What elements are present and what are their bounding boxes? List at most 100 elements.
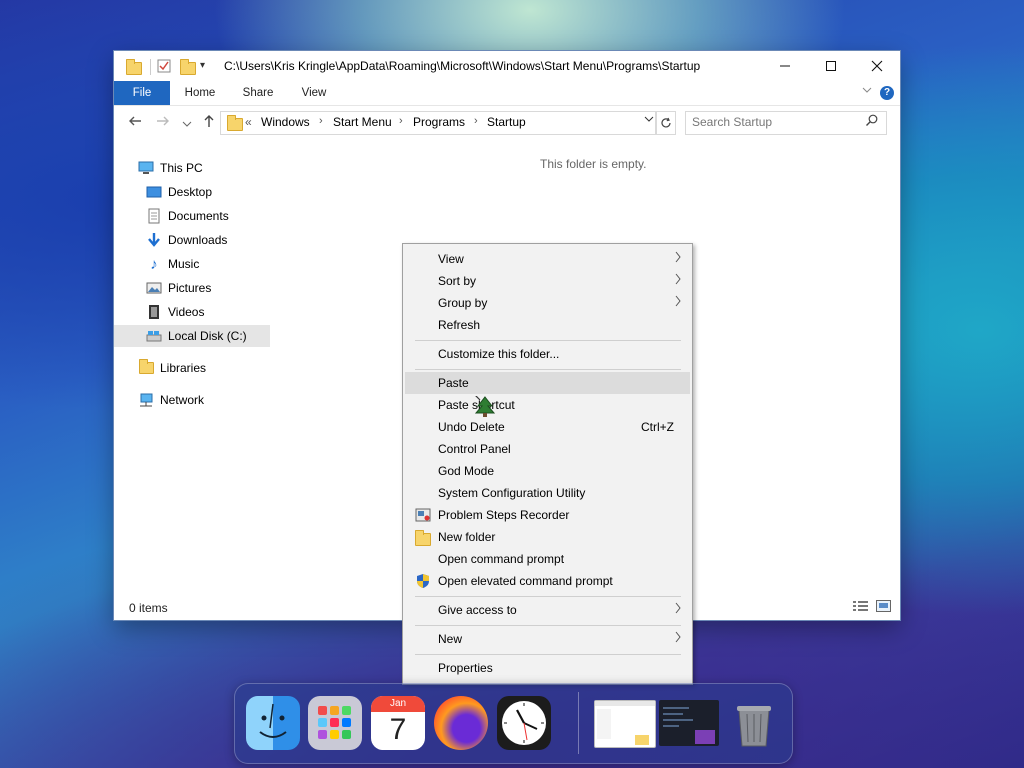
tree-item-downloads[interactable]: Downloads (146, 229, 227, 251)
menu-item-label: Control Panel (438, 442, 511, 456)
back-arrow-icon[interactable] (126, 114, 144, 132)
menu-item-group-by[interactable]: Group by (405, 292, 690, 314)
music-icon: ♪ (150, 255, 158, 273)
terminal-window-thumbnail[interactable] (659, 700, 719, 746)
menu-item-customize-folder[interactable]: Customize this folder... (405, 343, 690, 365)
details-view-icon[interactable] (853, 600, 868, 612)
divider (150, 59, 151, 75)
desktop-icon (146, 184, 162, 200)
breadcrumb-separator-icon[interactable]: › (399, 115, 403, 127)
launchpad-icon[interactable] (308, 696, 362, 750)
menu-item-sort-by[interactable]: Sort by (405, 270, 690, 292)
explorer-window-thumbnail[interactable] (594, 700, 656, 748)
menu-item-paste[interactable]: Paste (405, 372, 690, 394)
refresh-button[interactable] (656, 111, 676, 135)
menu-item-open-command-prompt[interactable]: Open command prompt (405, 548, 690, 570)
title-bar[interactable]: ▾ C:\Users\Kris Kringle\AppData\Roaming\… (114, 51, 900, 81)
search-input[interactable] (692, 115, 852, 129)
menu-item-open-elevated-command-prompt[interactable]: Open elevated command prompt (405, 570, 690, 592)
menu-item-label: View (438, 252, 464, 266)
menu-item-refresh[interactable]: Refresh (405, 314, 690, 336)
breadcrumb-separator-icon[interactable]: › (474, 115, 478, 127)
menu-item-system-configuration[interactable]: System Configuration Utility (405, 482, 690, 504)
tree-label: Videos (168, 305, 205, 319)
tab-file[interactable]: File (114, 81, 170, 105)
mouse-cursor-tree-icon (471, 391, 496, 424)
tree-item-pictures[interactable]: Pictures (146, 277, 211, 299)
uac-shield-icon (415, 573, 431, 589)
menu-item-control-panel[interactable]: Control Panel (405, 438, 690, 460)
trash-icon[interactable] (727, 696, 781, 750)
folder-icon (415, 529, 431, 546)
help-icon[interactable]: ? (880, 86, 894, 100)
menu-item-new-folder[interactable]: New folder (405, 526, 690, 548)
menu-separator (415, 369, 681, 370)
window-title-path: C:\Users\Kris Kringle\AppData\Roaming\Mi… (224, 59, 701, 73)
tab-view[interactable]: View (292, 81, 336, 105)
submenu-arrow-icon (674, 601, 682, 618)
up-arrow-icon[interactable] (200, 114, 218, 132)
menu-item-label: Open elevated command prompt (438, 574, 613, 588)
breadcrumb-windows[interactable]: Windows (261, 115, 310, 129)
downloads-icon (146, 232, 162, 248)
empty-folder-message: This folder is empty. (540, 157, 647, 171)
menu-item-problem-steps-recorder[interactable]: Problem Steps Recorder (405, 504, 690, 526)
network-icon (138, 392, 154, 408)
tree-item-music[interactable]: ♪ Music (146, 253, 199, 275)
menu-item-properties[interactable]: Properties (405, 657, 690, 679)
breadcrumb-programs[interactable]: Programs (413, 115, 465, 129)
menu-item-give-access-to[interactable]: Give access to (405, 599, 690, 621)
search-box[interactable] (685, 111, 887, 135)
close-button[interactable] (854, 51, 900, 81)
forward-arrow-icon[interactable] (154, 114, 172, 132)
firefox-icon[interactable] (434, 696, 488, 750)
tree-label: Downloads (168, 233, 228, 247)
finder-icon[interactable] (246, 696, 300, 750)
large-icons-view-icon[interactable] (876, 600, 891, 612)
folder-icon (227, 115, 243, 131)
breadcrumb-startup[interactable]: Startup (487, 115, 526, 129)
steps-recorder-icon (415, 507, 431, 523)
breadcrumb-separator-icon[interactable]: › (319, 115, 323, 127)
tab-home[interactable]: Home (178, 81, 222, 105)
maximize-button[interactable] (808, 51, 854, 81)
new-folder-icon[interactable] (180, 59, 196, 75)
recent-locations-chevron-icon[interactable] (178, 115, 196, 132)
menu-item-view[interactable]: View (405, 248, 690, 270)
search-icon[interactable] (865, 114, 878, 130)
tree-item-documents[interactable]: Documents (146, 205, 229, 227)
quick-access-dropdown-icon[interactable]: ▾ (200, 60, 214, 74)
address-bar[interactable]: « Windows › Start Menu › Programs › Star… (220, 111, 656, 135)
menu-separator (415, 596, 681, 597)
minimize-button[interactable] (762, 51, 808, 81)
menu-item-paste-shortcut[interactable]: Paste shortcut (405, 394, 690, 416)
properties-checkbox-icon[interactable] (157, 59, 171, 73)
tree-item-local-disk[interactable]: Local Disk (C:) (114, 325, 270, 347)
libraries-icon (138, 359, 154, 376)
clock-icon[interactable] (497, 696, 551, 750)
address-history-chevron-icon[interactable] (644, 115, 654, 126)
menu-item-label: System Configuration Utility (438, 486, 586, 500)
tree-item-libraries[interactable]: Libraries (138, 357, 206, 379)
pictures-icon (146, 280, 162, 296)
calendar-icon[interactable]: Jan 7 (371, 696, 425, 750)
menu-item-label: New (438, 632, 463, 646)
tree-item-videos[interactable]: Videos (146, 301, 204, 323)
tree-label: Network (160, 393, 205, 407)
expand-ribbon-chevron-icon[interactable] (862, 85, 872, 97)
menu-item-god-mode[interactable]: God Mode (405, 460, 690, 482)
tree-item-desktop[interactable]: Desktop (146, 181, 212, 203)
videos-icon (146, 304, 162, 320)
menu-item-undo-delete[interactable]: Undo Delete Ctrl+Z (405, 416, 690, 438)
tree-item-network[interactable]: Network (138, 389, 204, 411)
tree-label: Music (168, 257, 200, 271)
submenu-arrow-icon (674, 630, 682, 647)
navigation-bar: « Windows › Start Menu › Programs › Star… (114, 105, 900, 141)
menu-item-label: New folder (438, 530, 496, 544)
breadcrumb-start-menu[interactable]: Start Menu (333, 115, 392, 129)
tree-label: Documents (168, 209, 229, 223)
tree-item-this-pc[interactable]: This PC (138, 157, 203, 179)
breadcrumb-overflow[interactable]: « (245, 115, 252, 129)
tab-share[interactable]: Share (236, 81, 280, 105)
menu-item-new[interactable]: New (405, 628, 690, 650)
